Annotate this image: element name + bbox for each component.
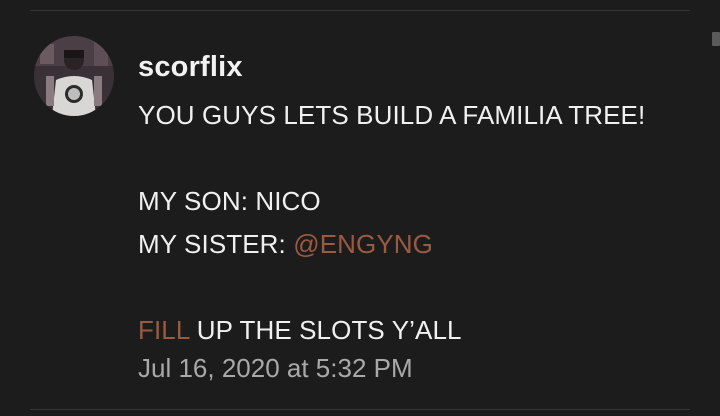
user-mention-link[interactable]: @ENGYNG [293, 229, 433, 259]
timestamp: Jul 16, 2020 at 5:32 PM [138, 353, 413, 383]
bottom-divider [30, 409, 690, 410]
avatar[interactable] [34, 36, 114, 116]
message-line-2: MY SON: NICO [138, 186, 321, 216]
scrollbar-thumb[interactable] [712, 32, 720, 46]
username[interactable]: scorflix [138, 51, 243, 84]
top-divider [30, 10, 690, 11]
comment-screen: scorflix YOU GUYS LETS BUILD A FAMILIA T… [0, 0, 720, 416]
message-line-4: FILL UP THE SLOTS Y’ALL [138, 315, 462, 346]
message-line-1: YOU GUYS LETS BUILD A FAMILIA TREE! [138, 100, 646, 130]
message-line-3: MY SISTER: @ENGYNG [138, 229, 433, 260]
fill-link[interactable]: FILL [138, 315, 189, 345]
message-line-3-prefix: MY SISTER: [138, 229, 294, 259]
message-line-4-rest: UP THE SLOTS Y’ALL [189, 315, 462, 345]
user-avatar-icon [34, 36, 114, 116]
